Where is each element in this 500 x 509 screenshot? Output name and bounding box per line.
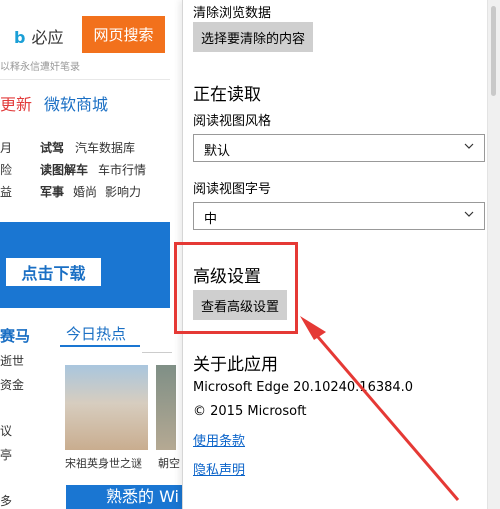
side-text-1[interactable]: 逝世 [0, 352, 24, 369]
row-3-cell-3[interactable]: 影响力 [105, 183, 141, 200]
row-2-cell-2[interactable]: 车市行情 [98, 161, 146, 178]
choose-clear-button[interactable]: 选择要清除的内容 [193, 22, 314, 52]
version-text: Microsoft Edge 20.10240.16384.0 [193, 380, 414, 395]
terms-link[interactable]: 使用条款 [193, 430, 245, 449]
reading-style-label: 阅读视图风格 [193, 114, 272, 129]
side-text-4[interactable]: 亭 [0, 446, 12, 463]
news-caption-2[interactable]: 朝空 [158, 455, 180, 471]
link-row-1: 月 试驾 汽车数据库 [0, 139, 135, 156]
side-text-5[interactable]: 多 [0, 492, 12, 509]
row-2-cell-0[interactable]: 险 [0, 163, 12, 177]
about-heading: 关于此应用 [193, 355, 278, 375]
reading-font-select[interactable]: 中 [193, 202, 485, 230]
tab-today-hot[interactable]: 今日热点 [66, 323, 126, 344]
bottom-banner[interactable]: 熟悉的 Wi [66, 485, 182, 509]
side-text-2[interactable]: 资金 [0, 376, 24, 393]
news-caption-1[interactable]: 宋祖英身世之谜 [65, 455, 142, 471]
link-row-2: 险 读图解车 车市行情 [0, 161, 146, 178]
row-3-cell-2[interactable]: 婚尚 [73, 183, 97, 200]
browser-page: b 必应 网页搜索 以释永信遭奸笔录 更新 微软商城 月 试驾 汽车数据库 险 读… [0, 0, 182, 509]
download-button[interactable]: 点击下载 [6, 258, 101, 286]
news-photo-1[interactable] [65, 365, 148, 450]
section-heading-left[interactable]: 赛马 [0, 325, 30, 346]
copyright-text: © 2015 Microsoft [193, 404, 307, 419]
link-row-3: 益 军事 婚尚 影响力 [0, 183, 141, 200]
reading-heading: 正在读取 [193, 85, 261, 105]
chevron-down-icon [464, 143, 474, 149]
nav-update[interactable]: 更新 [0, 91, 32, 115]
tab-underline [60, 345, 140, 347]
reading-style-select[interactable]: 默认 [193, 134, 485, 162]
scrollbar-thumb[interactable] [491, 6, 496, 96]
divider [0, 79, 170, 80]
reading-font-value: 中 [204, 212, 218, 227]
reading-style-value: 默认 [204, 144, 231, 159]
clear-data-title: 清除浏览数据 [193, 6, 272, 21]
row-1-cell-0[interactable]: 月 [0, 141, 12, 155]
row-1-cell-1[interactable]: 试驾 [40, 139, 64, 156]
side-text-3[interactable]: 议 [0, 422, 12, 439]
bing-logo[interactable]: b 必应 [14, 24, 63, 48]
news-photo-2[interactable] [156, 365, 176, 450]
highlight-box [174, 242, 298, 334]
nav-microsoft-store[interactable]: 微软商城 [44, 91, 108, 115]
row-3-cell-1[interactable]: 军事 [40, 183, 64, 200]
reading-font-label: 阅读视图字号 [193, 182, 272, 197]
privacy-link[interactable]: 隐私声明 [193, 459, 245, 478]
scrollbar[interactable] [487, 0, 500, 509]
row-3-cell-0[interactable]: 益 [0, 185, 12, 199]
row-1-cell-2[interactable]: 汽车数据库 [75, 139, 135, 156]
search-hint[interactable]: 以释永信遭奸笔录 [0, 58, 80, 73]
tab-divider [142, 352, 172, 353]
chevron-down-icon [464, 211, 474, 217]
bing-brand-text: 必应 [31, 28, 64, 47]
web-search-button[interactable]: 网页搜索 [82, 16, 165, 53]
row-2-cell-1[interactable]: 读图解车 [40, 161, 88, 178]
bing-b-icon: b [14, 28, 26, 47]
